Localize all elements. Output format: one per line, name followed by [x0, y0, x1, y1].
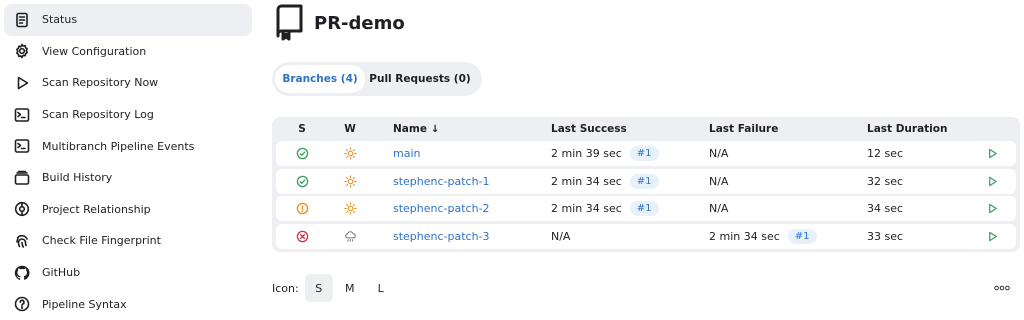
sidebar-item-scan-repository-now[interactable]: Scan Repository Now — [4, 67, 252, 99]
build-link[interactable]: #1 — [629, 146, 659, 161]
icon-size-l-button[interactable]: L — [367, 274, 395, 302]
more-options-icon[interactable] — [992, 280, 1012, 296]
run-build-icon[interactable] — [982, 202, 1002, 215]
icon-size-label: Icon: — [272, 281, 299, 295]
job-link[interactable]: stephenc-patch-3 — [393, 230, 490, 243]
sunny-weather-icon[interactable] — [328, 147, 372, 160]
last-duration-cell: 33 sec — [867, 229, 904, 243]
column-header-name-label: Name — [393, 123, 427, 135]
relationship-icon — [13, 200, 31, 218]
stormy-weather-icon[interactable] — [328, 230, 372, 243]
last-duration-cell: 12 sec — [867, 147, 904, 160]
failure-status-icon[interactable] — [276, 230, 328, 243]
play-icon — [13, 74, 31, 92]
sort-arrow-icon: ↓ — [430, 123, 440, 135]
last-success-time: 2 min 34 sec — [551, 202, 622, 215]
gear-icon — [13, 42, 31, 60]
terminal-icon — [13, 137, 31, 155]
build-link[interactable]: #1 — [629, 201, 659, 216]
last-failure-time: 2 min 34 sec — [709, 229, 780, 243]
sidebar-item-multibranch-pipeline-events[interactable]: Multibranch Pipeline Events — [4, 130, 252, 162]
run-build-icon[interactable] — [982, 175, 1002, 188]
last-success-cell: 2 min 34 sec #1 — [551, 201, 659, 216]
sidebar-item-label: Pipeline Syntax — [42, 297, 127, 311]
tab-branches[interactable]: Branches (4) — [275, 65, 365, 93]
sidebar-item-build-history[interactable]: Build History — [4, 162, 252, 194]
job-link[interactable]: stephenc-patch-2 — [393, 202, 490, 215]
document-icon — [13, 11, 31, 29]
branch-tabs: Branches (4) Pull Requests (0) — [272, 62, 482, 96]
table-header: S W Name ↓ Last Success Last Failure Las… — [276, 117, 1016, 141]
column-header-last-failure[interactable]: Last Failure — [709, 123, 778, 135]
table-row: stephenc-patch-1 2 min 34 sec #1 N/A 32 … — [276, 168, 1016, 194]
tab-pull-requests[interactable]: Pull Requests (0) — [365, 65, 475, 93]
icon-size-selector: Icon: S M L — [272, 274, 395, 302]
sidebar-item-label: Multibranch Pipeline Events — [42, 139, 195, 153]
icon-size-s-button[interactable]: S — [304, 274, 333, 302]
page-title: PR-demo — [314, 12, 405, 34]
column-header-name[interactable]: Name ↓ — [393, 123, 439, 135]
sidebar-item-label: Project Relationship — [42, 202, 151, 216]
sidebar-item-label: View Configuration — [42, 44, 147, 58]
repository-icon — [272, 3, 306, 44]
sidebar-item-label: Check File Fingerprint — [42, 234, 161, 248]
run-build-icon[interactable] — [982, 230, 1002, 243]
help-icon — [13, 295, 31, 313]
run-build-icon[interactable] — [982, 147, 1002, 160]
build-link[interactable]: #1 — [787, 228, 817, 244]
icon-size-m-button[interactable]: M — [336, 274, 364, 302]
table-row: main 2 min 39 sec #1 N/A 12 sec — [276, 141, 1016, 166]
github-icon — [13, 264, 31, 282]
branches-table: S W Name ↓ Last Success Last Failure Las… — [272, 117, 1020, 252]
success-status-icon[interactable] — [276, 175, 328, 188]
column-header-last-duration[interactable]: Last Duration — [867, 123, 947, 135]
build-link[interactable]: #1 — [629, 173, 659, 189]
sidebar-item-label: Scan Repository Log — [42, 108, 154, 122]
last-success-time: 2 min 39 sec — [551, 147, 622, 160]
last-failure-cell: N/A — [709, 174, 729, 188]
terminal-icon — [13, 106, 31, 124]
success-status-icon[interactable] — [276, 147, 328, 160]
sunny-weather-icon[interactable] — [328, 174, 372, 188]
column-header-weather[interactable]: W — [328, 123, 372, 135]
sidebar-item-label: Build History — [42, 171, 113, 185]
sidebar-item-github[interactable]: GitHub — [4, 257, 252, 289]
last-success-cell: N/A — [551, 229, 571, 243]
table-row: stephenc-patch-2 2 min 34 sec #1 N/A 34 … — [276, 196, 1016, 221]
sidebar-item-project-relationship[interactable]: Project Relationship — [4, 194, 252, 226]
column-header-status[interactable]: S — [276, 123, 328, 135]
fingerprint-icon — [13, 232, 31, 250]
job-link[interactable]: stephenc-patch-1 — [393, 175, 490, 188]
last-duration-cell: 34 sec — [867, 202, 904, 215]
last-failure-cell: 2 min 34 sec #1 — [709, 228, 817, 244]
sidebar-item-label: Scan Repository Now — [42, 76, 159, 90]
job-link[interactable]: main — [393, 147, 420, 160]
page-header: PR-demo — [272, 4, 405, 42]
sidebar-item-status[interactable]: Status — [4, 4, 252, 36]
last-success-cell: 2 min 39 sec #1 — [551, 146, 659, 161]
last-failure-cell: N/A — [709, 147, 729, 160]
last-duration-cell: 32 sec — [867, 174, 904, 188]
sidebar-item-scan-repository-log[interactable]: Scan Repository Log — [4, 99, 252, 131]
sidebar-item-label: Status — [42, 13, 78, 27]
sidebar-item-view-configuration[interactable]: View Configuration — [4, 36, 252, 68]
sidebar: Status View Configuration Scan Repositor… — [4, 4, 252, 320]
last-success-cell: 2 min 34 sec #1 — [551, 173, 659, 189]
last-failure-cell: N/A — [709, 202, 729, 215]
unstable-status-icon[interactable] — [276, 202, 328, 215]
sidebar-item-pipeline-syntax[interactable]: Pipeline Syntax — [4, 288, 252, 320]
sidebar-item-check-file-fingerprint[interactable]: Check File Fingerprint — [4, 225, 252, 257]
table-row: stephenc-patch-3 N/A 2 min 34 sec #1 33 … — [276, 223, 1016, 249]
last-success-time: 2 min 34 sec — [551, 174, 622, 188]
sidebar-item-label: GitHub — [42, 266, 81, 280]
sunny-weather-icon[interactable] — [328, 202, 372, 215]
column-header-last-success[interactable]: Last Success — [551, 123, 627, 135]
history-icon — [13, 169, 31, 187]
